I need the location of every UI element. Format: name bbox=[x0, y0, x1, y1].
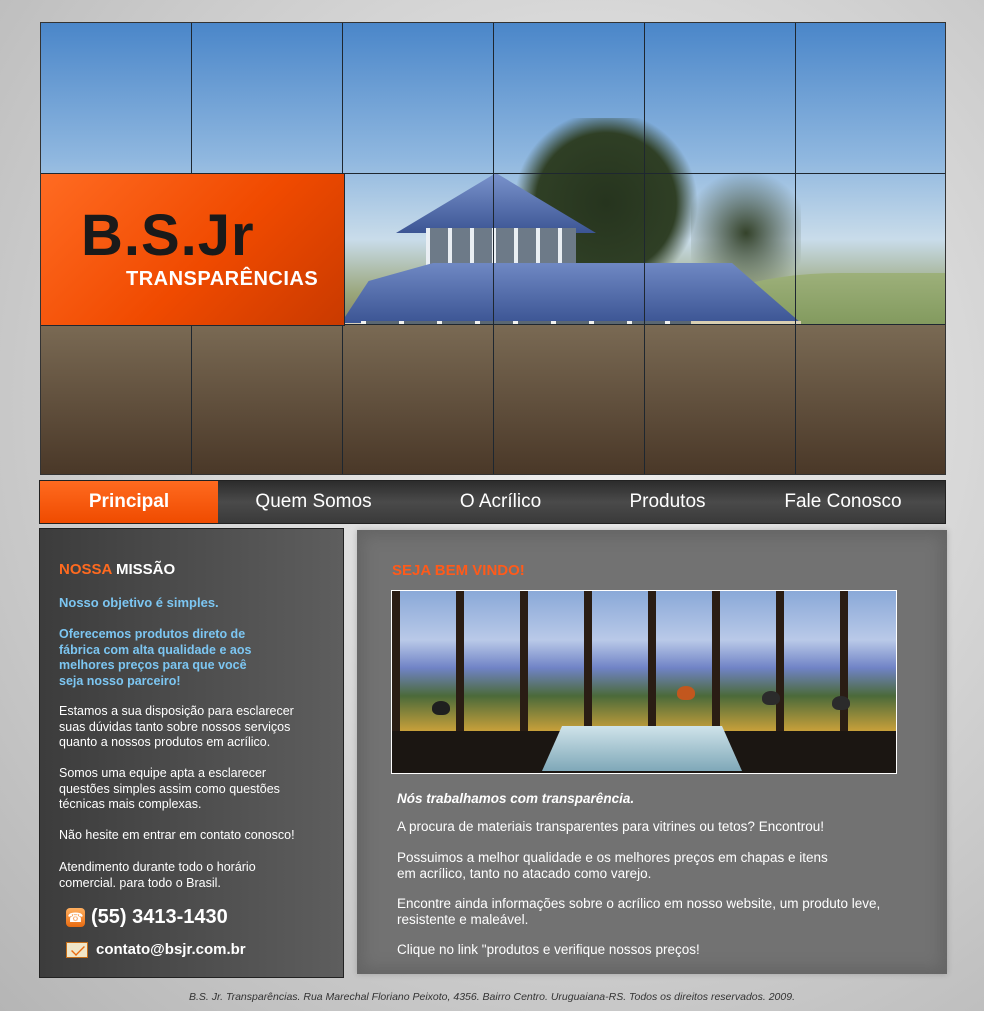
phone-icon: ☎ bbox=[66, 908, 85, 927]
welcome-paragraph: A procura de materiais transparentes par… bbox=[397, 819, 824, 834]
footer-text: B.S. Jr. Transparências. Rua Marechal Fl… bbox=[189, 991, 795, 1003]
intro-text: Nós trabalhamos com transparência. bbox=[397, 791, 635, 806]
welcome-paragraph: Encontre ainda informações sobre o acríl… bbox=[397, 896, 881, 927]
envelope-icon bbox=[66, 941, 88, 958]
grid-line bbox=[795, 23, 796, 474]
email-address: contato@bsjr.com.br bbox=[96, 941, 246, 958]
main-nav: Principal Quem Somos O Acrílico Produtos… bbox=[39, 480, 946, 524]
stained-glass-photo bbox=[391, 590, 897, 774]
offer-text: Oferecemos produtos direto de fábrica co… bbox=[59, 627, 252, 688]
nav-item-fale-conosco[interactable]: Fale Conosco bbox=[743, 481, 943, 523]
mission-title: NOSSA MISSÃO bbox=[59, 561, 175, 578]
hero-banner: B.S.Jr TRANSPARÊNCIAS bbox=[40, 22, 946, 475]
mission-title-orange: NOSSA bbox=[59, 561, 112, 578]
nav-item-produtos[interactable]: Produtos bbox=[592, 481, 743, 523]
roof-graphic bbox=[341, 263, 801, 323]
welcome-paragraph: Possuimos a melhor qualidade e os melhor… bbox=[397, 850, 828, 881]
mission-paragraph: Atendimento durante todo o horário comer… bbox=[59, 860, 256, 890]
rooster-graphic bbox=[677, 686, 695, 700]
grid-line bbox=[644, 23, 645, 474]
stained-glass-windows bbox=[392, 591, 896, 731]
mission-paragraph: Somos uma equipe apta a esclarecer quest… bbox=[59, 766, 280, 811]
welcome-panel: SEJA BEM VINDO! Nós trabalhamos com tran… bbox=[357, 530, 947, 974]
welcome-heading: SEJA BEM VINDO! bbox=[392, 562, 525, 579]
grid-line bbox=[493, 23, 494, 474]
bird-graphic bbox=[432, 701, 450, 715]
phone-number: (55) 3413-1430 bbox=[91, 906, 228, 928]
glass-table bbox=[542, 726, 742, 771]
nav-item-quem-somos[interactable]: Quem Somos bbox=[218, 481, 409, 523]
mission-paragraph: Não hesite em entrar em contato conosco! bbox=[59, 828, 295, 842]
email-contact[interactable]: contato@bsjr.com.br bbox=[66, 941, 246, 958]
cupola-graphic bbox=[426, 228, 576, 268]
nav-item-o-acrilico[interactable]: O Acrílico bbox=[409, 481, 592, 523]
logo-title: B.S.Jr bbox=[81, 203, 255, 268]
welcome-paragraph: Clique no link "produtos e verifique nos… bbox=[397, 942, 700, 957]
mission-panel: NOSSA MISSÃO Nosso objetivo é simples. O… bbox=[39, 528, 344, 978]
mission-title-white: MISSÃO bbox=[115, 561, 176, 578]
phone-contact[interactable]: ☎ (55) 3413-1430 bbox=[66, 906, 228, 929]
bird-graphic bbox=[832, 696, 850, 710]
logo[interactable]: B.S.Jr TRANSPARÊNCIAS bbox=[41, 174, 345, 326]
rooster-graphic bbox=[762, 691, 780, 705]
logo-subtitle: TRANSPARÊNCIAS bbox=[126, 268, 319, 290]
mission-paragraph: Estamos a sua disposição para esclarecer… bbox=[59, 704, 294, 749]
objective-text: Nosso objetivo é simples. bbox=[59, 595, 219, 610]
nav-item-principal[interactable]: Principal bbox=[40, 481, 218, 523]
